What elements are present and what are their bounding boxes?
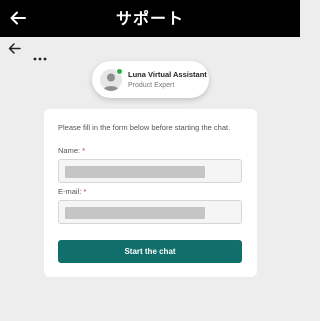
chat-back-arrow-icon[interactable] [8,42,21,55]
agent-name: Luna Virtual Assistant [128,70,207,79]
email-input[interactable] [58,200,242,224]
email-field-label: E-mail: * [58,187,86,196]
required-marker: * [83,187,87,196]
prechat-form: Please fill in the form below before sta… [44,109,257,277]
name-field-label: Name: * [58,146,85,155]
name-input[interactable] [58,159,242,183]
online-status-indicator [116,68,123,75]
name-input-value [65,166,205,178]
agent-role: Product Expert [128,82,175,89]
form-intro-text: Please fill in the form below before sta… [58,123,231,132]
more-options-icon[interactable] [33,48,47,61]
app-header: サポート [0,0,300,37]
start-chat-button[interactable]: Start the chat [58,240,242,263]
page-title: サポート [115,9,184,28]
email-input-value [65,207,205,219]
agent-card: Luna Virtual Assistant Product Expert [92,61,209,98]
name-label-text: Name: [58,146,81,155]
email-label-text: E-mail: [58,187,82,196]
required-marker: * [82,146,86,155]
sub-navigation [0,37,300,61]
